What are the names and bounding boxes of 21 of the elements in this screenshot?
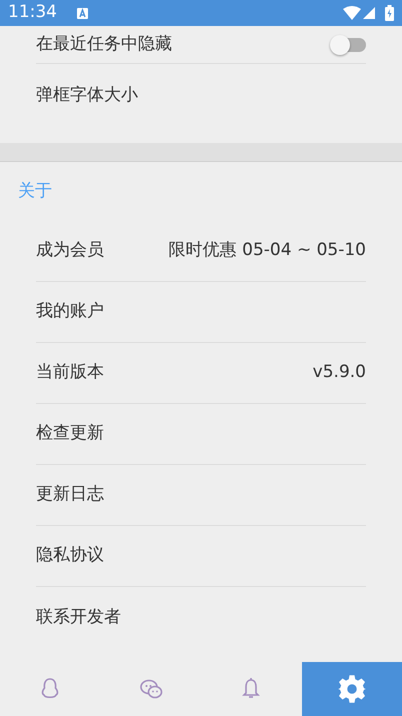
- wifi-icon: [343, 6, 361, 20]
- setting-item[interactable]: 更新日志: [36, 482, 104, 508]
- setting-item[interactable]: 检查更新: [36, 421, 104, 447]
- setting-label[interactable]: 在最近任务中隐藏: [36, 32, 172, 58]
- setting-item[interactable]: 隐私协议: [36, 543, 104, 569]
- clock: 11:34: [8, 1, 57, 24]
- settings-icon: [336, 674, 367, 704]
- setting-item[interactable]: 弹框字体大小: [36, 83, 138, 109]
- chat-icon: [138, 677, 163, 701]
- toggle-switch[interactable]: [330, 34, 366, 54]
- setting-item[interactable]: 当前版本: [36, 360, 104, 386]
- nav-tab[interactable]: [302, 662, 402, 716]
- battery-icon: [385, 5, 394, 21]
- signal-icon: [363, 7, 375, 19]
- setting-value: v5.9.0: [312, 361, 366, 384]
- setting-item[interactable]: 成为会员: [36, 238, 104, 264]
- setting-item[interactable]: 联系开发者: [36, 604, 121, 630]
- setting-item[interactable]: 我的账户: [36, 299, 104, 325]
- setting-value: 限时优惠 05-04 ~ 05-10: [168, 239, 366, 262]
- section-header: 关于: [0, 161, 402, 221]
- notification-icon: [77, 8, 88, 18]
